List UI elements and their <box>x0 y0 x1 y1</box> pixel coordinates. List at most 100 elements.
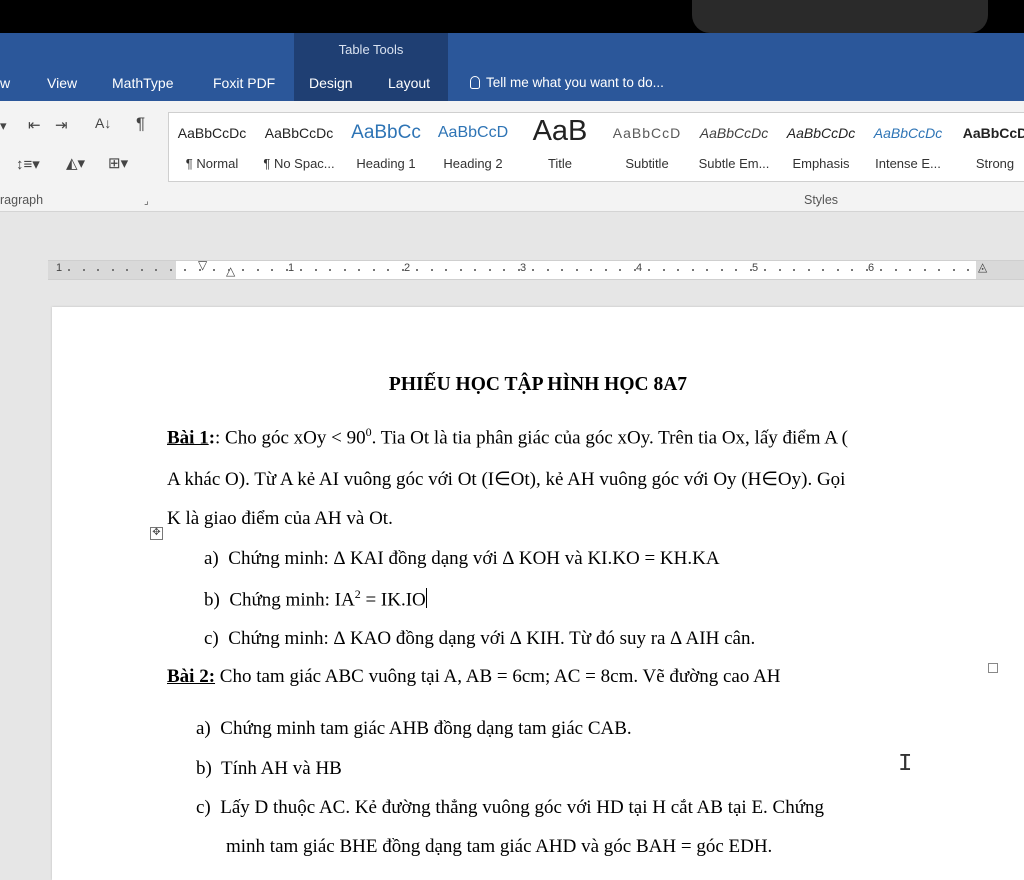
horizontal-ruler[interactable]: 1 ▽ △ 1 2 3 4 5 6 ◬ <box>48 258 1024 280</box>
list-marker: b) <box>204 589 220 611</box>
list-dropdown-icon[interactable]: ▾ <box>0 118 7 134</box>
ruler-tick <box>358 269 360 271</box>
style-strong[interactable]: AaBbCcD Strong <box>952 113 1024 181</box>
table-move-handle-icon[interactable]: ✥ <box>150 527 163 540</box>
ruler-tick <box>749 269 752 271</box>
ruler-tick <box>488 269 491 271</box>
ruler-tick <box>575 269 578 271</box>
ruler-tick <box>619 269 621 271</box>
borders-icon[interactable]: ⊞▾ <box>108 154 128 172</box>
ruler-tick <box>662 269 665 271</box>
bai1-line-1: Bài 1:: Cho góc xOy < 900. Tia Ot là tia… <box>167 425 848 449</box>
ruler-tick <box>590 269 592 271</box>
tell-me-box[interactable]: Tell me what you want to do... <box>470 75 664 90</box>
ruler-tick <box>532 269 534 271</box>
style-heading-2[interactable]: AaBbCcD Heading 2 <box>430 113 516 181</box>
ruler-tick <box>155 269 157 271</box>
ruler-tick <box>822 269 824 271</box>
style-subtitle[interactable]: AaBbCcD Subtitle <box>604 113 690 181</box>
ruler-tick <box>923 269 926 271</box>
bai2-label: Bài 2: <box>167 666 216 687</box>
tab-layout[interactable]: Layout <box>388 75 430 91</box>
ruler-tick <box>82 269 85 271</box>
tab-review[interactable]: w <box>0 75 10 91</box>
list-item-continuation: minh tam giác BHE đồng dạng tam giác AHD… <box>226 836 773 857</box>
ruler-tick <box>793 269 795 271</box>
tab-design[interactable]: Design <box>309 75 353 91</box>
ruler-tick <box>894 269 897 271</box>
ruler-tick <box>880 269 882 271</box>
document-page[interactable]: PHIẾU HỌC TẬP HÌNH HỌC 8A7 <box>52 307 1024 880</box>
ruler-tick <box>648 269 650 271</box>
ruler-tick <box>677 269 679 271</box>
ruler-tick <box>140 269 143 271</box>
tab-view[interactable]: View <box>47 75 77 91</box>
paragraph-launcher-icon[interactable]: ⌟ <box>144 196 149 207</box>
list-text: Chứng minh: IA <box>229 589 355 611</box>
ruler-tick <box>735 269 737 271</box>
line-spacing-icon[interactable]: ↕≡▾ <box>16 155 40 173</box>
list-marker: c) <box>196 797 211 818</box>
bai2-line-1: Bài 2: Cho tam giác ABC vuông tại A, AB … <box>167 666 781 688</box>
style-name: Emphasis <box>792 156 850 171</box>
ruler-tick <box>68 269 70 271</box>
ruler-tick <box>227 269 230 271</box>
bai1-text-rest: . Tia Ot là tia phân giác của góc xOy. T… <box>371 427 848 449</box>
list-marker: a) <box>196 718 211 739</box>
ruler-tick <box>546 269 549 271</box>
style-preview: AaBbCcDc <box>699 125 769 141</box>
list-text: Chứng minh: ∆ KAI đồng dạng với ∆ KOH và… <box>228 548 720 569</box>
list-item: a) Chứng minh: ∆ KAI đồng dạng với ∆ KOH… <box>204 548 720 570</box>
style-heading-1[interactable]: AaBbCc Heading 1 <box>343 113 429 181</box>
ruler-number: 2 <box>404 262 411 274</box>
style-emphasis[interactable]: AaBbCcDc Emphasis <box>778 113 864 181</box>
style-no-spacing[interactable]: AaBbCcDc ¶ No Spac... <box>256 113 342 181</box>
ruler-tick <box>184 269 186 271</box>
ruler-tick <box>271 269 273 271</box>
lightbulb-icon <box>470 76 480 89</box>
style-name: Subtle Em... <box>698 156 770 171</box>
sort-icon[interactable]: A↓ <box>95 115 111 131</box>
list-text: Chứng minh tam giác AHB đồng dạng tam gi… <box>220 718 632 739</box>
ruler-tick <box>285 269 288 271</box>
style-normal[interactable]: AaBbCcDc ¶ Normal <box>169 113 255 181</box>
mouse-ibeam-icon: I <box>898 751 913 778</box>
hanging-indent-marker[interactable]: △ <box>226 264 235 278</box>
ruler-tick <box>952 269 955 271</box>
ruler-tick <box>967 269 969 271</box>
shading-icon[interactable]: ◭▾ <box>66 154 85 172</box>
right-indent-marker[interactable]: ◬ <box>978 260 987 274</box>
style-intense-emphasis[interactable]: AaBbCcDc Intense E... <box>865 113 951 181</box>
list-marker: b) <box>196 758 212 779</box>
style-preview: AaB <box>532 115 588 147</box>
increase-indent-icon[interactable]: ⇥ <box>55 116 68 134</box>
list-item: c) Chứng minh: ∆ KAO đồng dạng với ∆ KIH… <box>204 628 755 650</box>
style-preview: AaBbCcD <box>612 125 682 141</box>
style-preview: AaBbCcD <box>962 125 1024 141</box>
ruler-tick <box>256 269 259 271</box>
ruler-tick <box>517 269 520 271</box>
list-text: Tính AH và HB <box>221 758 342 779</box>
ruler-tick <box>865 269 868 271</box>
ruler-tick <box>343 269 346 271</box>
style-name: Heading 2 <box>443 156 503 171</box>
list-item: b) Tính AH và HB <box>196 758 342 780</box>
list-text: Lấy D thuộc AC. Kẻ đường thẳng vuông góc… <box>220 797 825 818</box>
ruler-tick <box>561 269 563 271</box>
bai1-text: : Cho góc xOy < 90 <box>215 427 366 449</box>
list-marker: a) <box>204 548 219 569</box>
tab-foxit-pdf[interactable]: Foxit PDF <box>213 75 275 91</box>
ruler-tick <box>691 269 694 271</box>
ruler-tick <box>430 269 433 271</box>
decrease-indent-icon[interactable]: ⇤ <box>28 116 41 134</box>
style-subtle-emphasis[interactable]: AaBbCcDc Subtle Em... <box>691 113 777 181</box>
list-marker: c) <box>204 628 219 649</box>
ruler-tick <box>836 269 839 271</box>
show-formatting-icon[interactable]: ¶ <box>136 114 145 134</box>
list-text: Chứng minh: ∆ KAO đồng dạng với ∆ KIH. T… <box>228 628 756 649</box>
list-item: c) Lấy D thuộc AC. Kẻ đường thẳng vuông … <box>196 797 824 819</box>
tab-mathtype[interactable]: MathType <box>112 75 173 91</box>
style-title[interactable]: AaB Title <box>517 113 603 181</box>
title-bar <box>0 0 1024 33</box>
paragraph-group-label: ragraph <box>0 193 44 207</box>
